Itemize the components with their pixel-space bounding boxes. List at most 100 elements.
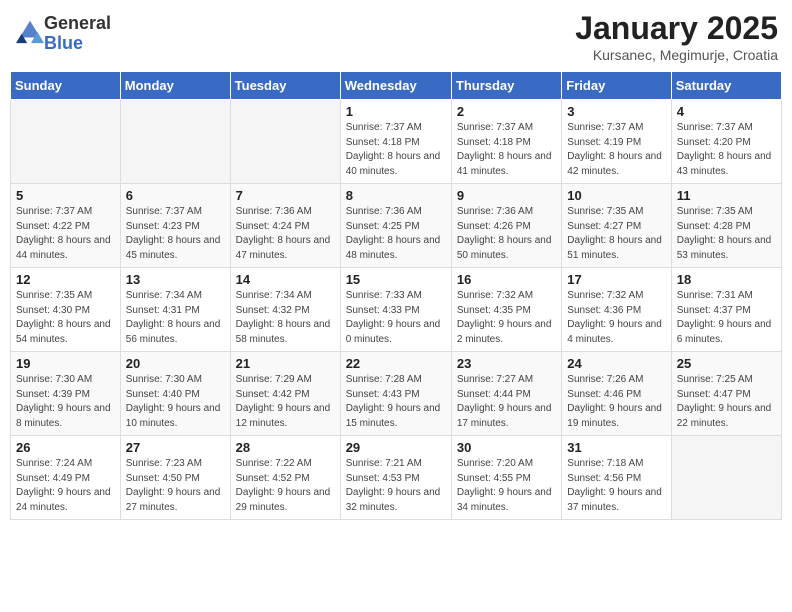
day-info: Sunrise: 7:33 AMSunset: 4:33 PMDaylight:… [346, 289, 446, 347]
day-number: 8 [346, 188, 446, 203]
day-info: Sunrise: 7:26 AMSunset: 4:46 PMDaylight:… [567, 373, 665, 431]
day-info: Sunrise: 7:20 AMSunset: 4:55 PMDaylight:… [457, 457, 556, 515]
day-number: 31 [567, 440, 665, 455]
calendar-cell: 25Sunrise: 7:25 AMSunset: 4:47 PMDayligh… [671, 352, 781, 436]
day-number: 6 [126, 188, 225, 203]
calendar-cell: 1 Sunrise: 7:37 AMSunset: 4:18 PMDaylight… [340, 100, 451, 184]
calendar-cell: 15 Sunrise: 7:33 AMSunset: 4:33 PMDayligh… [340, 268, 451, 352]
day-info: Sunrise: 7:21 AMSunset: 4:53 PMDaylight:… [346, 457, 446, 515]
day-info: Sunrise: 7:34 AMSunset: 4:31 PMDaylight:… [126, 289, 225, 347]
day-info: Sunrise: 7:35 AMSunset: 4:30 PMDaylight:… [16, 289, 115, 347]
calendar-cell: 8 Sunrise: 7:36 AMSunset: 4:25 PMDaylight… [340, 184, 451, 268]
calendar-body: 1 Sunrise: 7:37 AMSunset: 4:18 PMDaylight… [11, 100, 782, 520]
calendar-cell: 17 Sunrise: 7:32 AMSunset: 4:36 PMDayligh… [562, 268, 671, 352]
day-number: 29 [346, 440, 446, 455]
day-info: Sunrise: 7:37 AMSunset: 4:22 PMDaylight:… [16, 205, 115, 263]
logo-general-text: General [44, 13, 111, 33]
calendar-cell: 7 Sunrise: 7:36 AMSunset: 4:24 PMDaylight… [230, 184, 340, 268]
day-info: Sunrise: 7:23 AMSunset: 4:50 PMDaylight:… [126, 457, 225, 515]
day-number: 9 [457, 188, 556, 203]
calendar-cell: 23 Sunrise: 7:27 AMSunset: 4:44 PMDayligh… [451, 352, 561, 436]
day-number: 1 [346, 104, 446, 119]
calendar-cell: 20 Sunrise: 7:30 AMSunset: 4:40 PMDayligh… [120, 352, 230, 436]
calendar-cell [120, 100, 230, 184]
calendar-cell: 28 Sunrise: 7:22 AMSunset: 4:52 PMDayligh… [230, 436, 340, 520]
day-info: Sunrise: 7:29 AMSunset: 4:42 PMDaylight:… [236, 373, 335, 431]
weekday-header-wednesday: Wednesday [340, 72, 451, 100]
weekday-header-tuesday: Tuesday [230, 72, 340, 100]
calendar-week-2: 5Sunrise: 7:37 AMSunset: 4:22 PMDaylight… [11, 184, 782, 268]
day-info: Sunrise: 7:32 AMSunset: 4:35 PMDaylight:… [457, 289, 556, 347]
day-number: 20 [126, 356, 225, 371]
calendar-week-1: 1 Sunrise: 7:37 AMSunset: 4:18 PMDaylight… [11, 100, 782, 184]
calendar-cell: 21Sunrise: 7:29 AMSunset: 4:42 PMDayligh… [230, 352, 340, 436]
calendar-cell: 6Sunrise: 7:37 AMSunset: 4:23 PMDaylight… [120, 184, 230, 268]
day-number: 4 [677, 104, 776, 119]
day-info: Sunrise: 7:22 AMSunset: 4:52 PMDaylight:… [236, 457, 335, 515]
day-info: Sunrise: 7:27 AMSunset: 4:44 PMDaylight:… [457, 373, 556, 431]
month-year-title: January 2025 [575, 10, 778, 47]
weekday-header-saturday: Saturday [671, 72, 781, 100]
logo: General Blue [14, 14, 111, 54]
calendar-cell: 26Sunrise: 7:24 AMSunset: 4:49 PMDayligh… [11, 436, 121, 520]
calendar-cell [671, 436, 781, 520]
calendar-cell: 10 Sunrise: 7:35 AMSunset: 4:27 PMDayligh… [562, 184, 671, 268]
day-number: 7 [236, 188, 335, 203]
calendar-cell: 4 Sunrise: 7:37 AMSunset: 4:20 PMDaylight… [671, 100, 781, 184]
day-number: 12 [16, 272, 115, 287]
day-info: Sunrise: 7:37 AMSunset: 4:18 PMDaylight:… [346, 121, 446, 179]
calendar-cell: 2 Sunrise: 7:37 AMSunset: 4:18 PMDaylight… [451, 100, 561, 184]
calendar-cell [11, 100, 121, 184]
day-number: 16 [457, 272, 556, 287]
day-info: Sunrise: 7:36 AMSunset: 4:25 PMDaylight:… [346, 205, 446, 263]
day-info: Sunrise: 7:35 AMSunset: 4:28 PMDaylight:… [677, 205, 776, 263]
day-info: Sunrise: 7:18 AMSunset: 4:56 PMDaylight:… [567, 457, 665, 515]
calendar-table: SundayMondayTuesdayWednesdayThursdayFrid… [10, 71, 782, 520]
calendar-cell: 31 Sunrise: 7:18 AMSunset: 4:56 PMDayligh… [562, 436, 671, 520]
day-info: Sunrise: 7:36 AMSunset: 4:26 PMDaylight:… [457, 205, 556, 263]
calendar-cell: 22 Sunrise: 7:28 AMSunset: 4:43 PMDayligh… [340, 352, 451, 436]
calendar-cell: 29 Sunrise: 7:21 AMSunset: 4:53 PMDayligh… [340, 436, 451, 520]
calendar-cell: 27 Sunrise: 7:23 AMSunset: 4:50 PMDayligh… [120, 436, 230, 520]
day-info: Sunrise: 7:34 AMSunset: 4:32 PMDaylight:… [236, 289, 335, 347]
day-info: Sunrise: 7:24 AMSunset: 4:49 PMDaylight:… [16, 457, 115, 515]
day-info: Sunrise: 7:32 AMSunset: 4:36 PMDaylight:… [567, 289, 665, 347]
day-info: Sunrise: 7:37 AMSunset: 4:19 PMDaylight:… [567, 121, 665, 179]
day-number: 28 [236, 440, 335, 455]
day-number: 23 [457, 356, 556, 371]
day-number: 13 [126, 272, 225, 287]
calendar-cell: 3 Sunrise: 7:37 AMSunset: 4:19 PMDaylight… [562, 100, 671, 184]
calendar-cell: 11 Sunrise: 7:35 AMSunset: 4:28 PMDayligh… [671, 184, 781, 268]
day-number: 2 [457, 104, 556, 119]
day-info: Sunrise: 7:30 AMSunset: 4:40 PMDaylight:… [126, 373, 225, 431]
day-number: 17 [567, 272, 665, 287]
day-number: 22 [346, 356, 446, 371]
calendar-cell: 24 Sunrise: 7:26 AMSunset: 4:46 PMDayligh… [562, 352, 671, 436]
weekday-header-sunday: Sunday [11, 72, 121, 100]
calendar-cell: 5Sunrise: 7:37 AMSunset: 4:22 PMDaylight… [11, 184, 121, 268]
day-number: 3 [567, 104, 665, 119]
calendar-cell: 19Sunrise: 7:30 AMSunset: 4:39 PMDayligh… [11, 352, 121, 436]
day-info: Sunrise: 7:37 AMSunset: 4:20 PMDaylight:… [677, 121, 776, 179]
day-number: 11 [677, 188, 776, 203]
day-number: 27 [126, 440, 225, 455]
day-number: 25 [677, 356, 776, 371]
calendar-header: SundayMondayTuesdayWednesdayThursdayFrid… [11, 72, 782, 100]
day-number: 24 [567, 356, 665, 371]
day-number: 10 [567, 188, 665, 203]
day-info: Sunrise: 7:28 AMSunset: 4:43 PMDaylight:… [346, 373, 446, 431]
calendar-week-5: 26Sunrise: 7:24 AMSunset: 4:49 PMDayligh… [11, 436, 782, 520]
calendar-week-4: 19Sunrise: 7:30 AMSunset: 4:39 PMDayligh… [11, 352, 782, 436]
day-info: Sunrise: 7:35 AMSunset: 4:27 PMDaylight:… [567, 205, 665, 263]
calendar-cell: 18 Sunrise: 7:31 AMSunset: 4:37 PMDayligh… [671, 268, 781, 352]
day-info: Sunrise: 7:37 AMSunset: 4:18 PMDaylight:… [457, 121, 556, 179]
day-number: 30 [457, 440, 556, 455]
day-info: Sunrise: 7:36 AMSunset: 4:24 PMDaylight:… [236, 205, 335, 263]
day-number: 18 [677, 272, 776, 287]
calendar-cell: 14Sunrise: 7:34 AMSunset: 4:32 PMDayligh… [230, 268, 340, 352]
calendar-cell [230, 100, 340, 184]
day-number: 15 [346, 272, 446, 287]
calendar-cell: 30 Sunrise: 7:20 AMSunset: 4:55 PMDayligh… [451, 436, 561, 520]
day-info: Sunrise: 7:31 AMSunset: 4:37 PMDaylight:… [677, 289, 776, 347]
calendar-cell: 12 Sunrise: 7:35 AMSunset: 4:30 PMDayligh… [11, 268, 121, 352]
